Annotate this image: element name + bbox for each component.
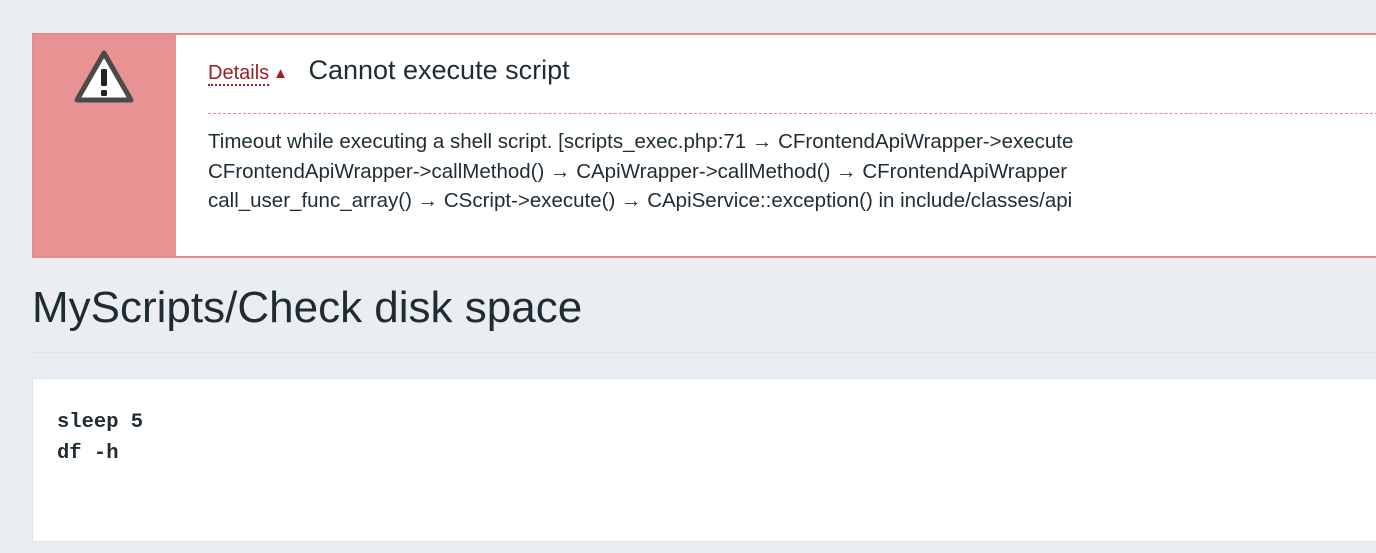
script-code: sleep 5 df -h <box>57 407 143 469</box>
error-detail-line: call_user_func_array() → CScript->execut… <box>208 189 1073 212</box>
script-output-box: sleep 5 df -h <box>32 378 1376 542</box>
error-title-row: Details ▲ Cannot execute script <box>208 55 570 89</box>
error-details-divider <box>208 113 1376 114</box>
page: Details ▲ Cannot execute script Timeout w… <box>0 0 1376 553</box>
title-divider <box>32 352 1376 353</box>
error-detail-line: CFrontendApiWrapper->callMethod() → CApi… <box>208 159 1068 183</box>
details-toggle-link[interactable]: Details <box>208 62 270 86</box>
error-title: Cannot execute script <box>308 55 570 85</box>
error-detail-line: Timeout while executing a shell script. … <box>208 130 1074 153</box>
error-details-text: Timeout while executing a shell script. … <box>208 127 1376 216</box>
script-line: df -h <box>57 442 119 465</box>
details-arrow-up-icon[interactable]: ▲ <box>273 65 288 82</box>
error-icon-column <box>34 35 176 256</box>
warning-triangle-icon <box>74 50 134 103</box>
error-message-box: Details ▲ Cannot execute script Timeout w… <box>32 33 1376 258</box>
script-line: sleep 5 <box>57 411 144 434</box>
error-message-body: Details ▲ Cannot execute script Timeout w… <box>208 35 1376 256</box>
page-title: MyScripts/Check disk space <box>32 283 583 332</box>
